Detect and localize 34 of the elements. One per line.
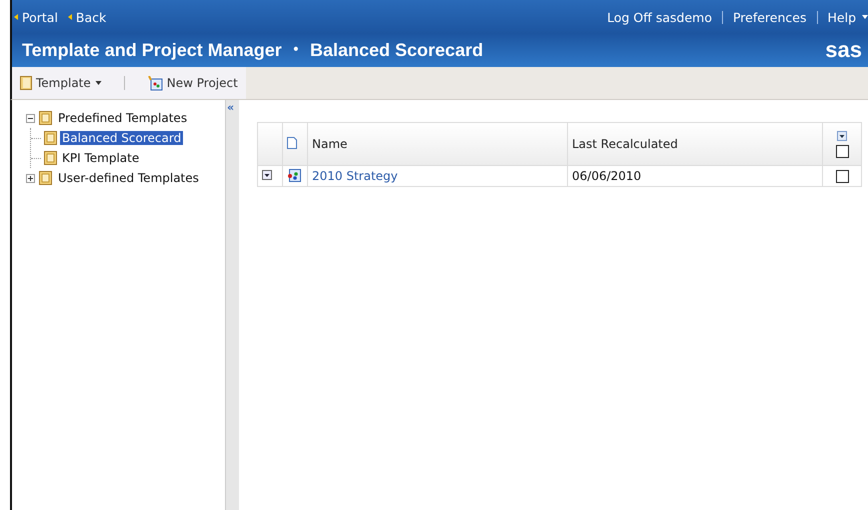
back-arrow-icon — [14, 14, 18, 20]
column-header[interactable]: Name — [308, 122, 568, 166]
tree-item[interactable]: Predefined Templates — [56, 111, 190, 125]
user-link[interactable]: Log Off sasdemo — [607, 10, 712, 24]
nav-link[interactable]: Portal — [14, 10, 58, 24]
app-title: Template and Project Manager — [22, 40, 282, 60]
project-icon — [287, 168, 301, 182]
document-icon — [20, 76, 32, 90]
table-cell: 06/06/2010 — [568, 166, 822, 186]
row-checkbox[interactable] — [836, 170, 848, 184]
title-separator: • — [292, 42, 300, 58]
new-project-button[interactable]: New Project — [142, 74, 242, 92]
splitter[interactable]: « — [225, 100, 239, 510]
logo: sas — [825, 37, 862, 63]
new-project-icon — [146, 76, 163, 90]
template-menu-button[interactable]: Template — [16, 74, 106, 92]
tree-item[interactable]: Balanced Scorecard — [60, 131, 184, 145]
expand-icon[interactable] — [26, 174, 35, 182]
nav-link[interactable]: Back — [68, 10, 106, 24]
tree-item[interactable]: User-defined Templates — [56, 171, 201, 185]
user-link[interactable]: Help — [828, 10, 868, 24]
document-icon — [287, 136, 297, 148]
row-menu-icon[interactable] — [262, 170, 272, 180]
column-menu-icon[interactable] — [837, 130, 847, 140]
caret-icon — [94, 81, 102, 85]
collapse-icon[interactable] — [26, 114, 35, 122]
caret-icon — [862, 15, 868, 19]
select-all-checkbox[interactable] — [836, 144, 848, 158]
column-header[interactable]: Last Recalculated — [568, 122, 822, 166]
tree-item[interactable]: KPI Template — [60, 151, 142, 165]
page-title: Balanced Scorecard — [310, 40, 484, 60]
collapse-pane-button[interactable]: « — [226, 102, 236, 113]
user-link[interactable]: Preferences — [732, 10, 806, 24]
back-arrow-icon — [68, 14, 72, 20]
